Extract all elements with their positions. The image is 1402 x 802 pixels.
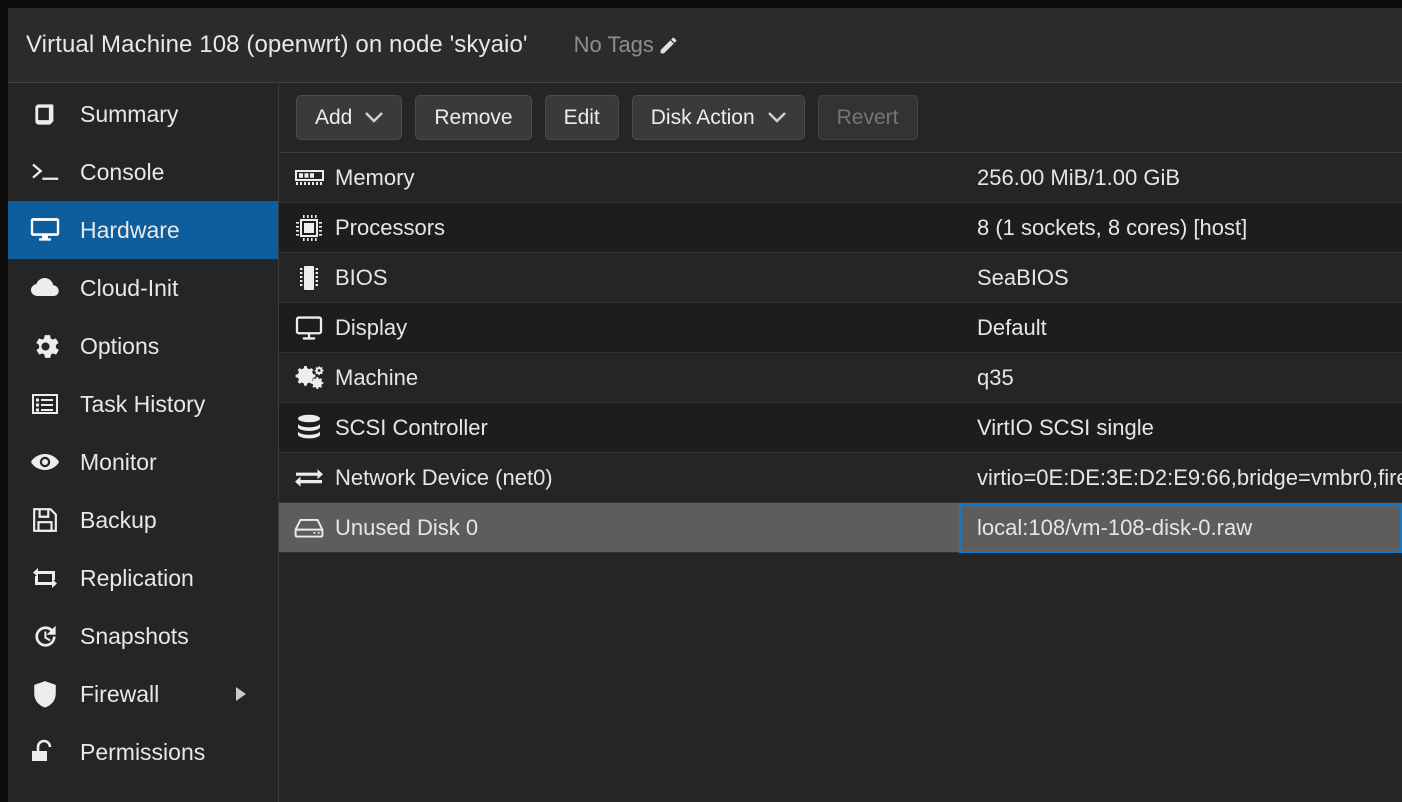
hardware-item-name: Unused Disk 0 xyxy=(335,514,479,540)
hardware-item-name: SCSI Controller xyxy=(335,414,488,440)
sidebar-item-label: Hardware xyxy=(80,216,180,243)
sidebar-item-label: Cloud-Init xyxy=(80,274,179,301)
pencil-icon[interactable] xyxy=(658,35,679,56)
sidebar-item-permissions[interactable]: Permissions xyxy=(8,723,278,781)
vm-sidebar-nav: Summary Console Hardware Cloud-Init Opti… xyxy=(8,83,279,802)
unlock-icon xyxy=(28,739,62,765)
vm-tags-control[interactable]: No Tags xyxy=(574,32,679,58)
hardware-item-value: 8 (1 sockets, 8 cores) [host] xyxy=(977,214,1248,240)
sidebar-item-options[interactable]: Options xyxy=(8,317,278,375)
replication-icon xyxy=(28,566,62,590)
proxmox-vm-hardware-page: Virtual Machine 108 (openwrt) on node 's… xyxy=(8,8,1402,802)
no-tags-label: No Tags xyxy=(573,32,654,57)
sidebar-item-label: Monitor xyxy=(80,448,157,475)
database-icon xyxy=(279,414,335,442)
hardware-item-name: Processors xyxy=(335,214,446,240)
sidebar-item-cloud-init[interactable]: Cloud-Init xyxy=(8,259,278,317)
chevron-down-icon xyxy=(365,112,384,123)
page-title: Virtual Machine 108 (openwrt) on node 's… xyxy=(26,31,528,58)
edit-button[interactable]: Edit xyxy=(544,95,619,140)
table-row[interactable]: SCSI Controller VirtIO SCSI single xyxy=(279,403,1402,453)
sidebar-item-label: Summary xyxy=(80,100,179,127)
table-row[interactable]: Machine q35 xyxy=(279,353,1402,403)
page-header: Virtual Machine 108 (openwrt) on node 's… xyxy=(8,8,1402,83)
hardware-item-value: local:108/vm-108-disk-0.raw xyxy=(959,502,1402,553)
book-icon xyxy=(28,101,62,128)
sidebar-item-console[interactable]: Console xyxy=(8,143,278,201)
hardware-table: Memory 256.00 MiB/1.00 GiB Processors 8 … xyxy=(279,153,1402,802)
history-icon xyxy=(28,623,62,650)
cpu-chip-icon xyxy=(279,214,335,241)
hardware-item-name: BIOS xyxy=(335,264,388,290)
sidebar-item-replication[interactable]: Replication xyxy=(8,549,278,607)
disk-action-button[interactable]: Disk Action xyxy=(631,95,805,140)
sidebar-item-firewall[interactable]: Firewall xyxy=(8,665,278,723)
eye-icon xyxy=(28,452,62,472)
revert-button-label: Revert xyxy=(836,105,899,129)
sidebar-item-label: Permissions xyxy=(80,738,206,765)
sidebar-item-backup[interactable]: Backup xyxy=(8,491,278,549)
sidebar-item-monitor[interactable]: Monitor xyxy=(8,433,278,491)
table-row[interactable]: BIOS SeaBIOS xyxy=(279,253,1402,303)
display-icon xyxy=(279,315,335,340)
floppy-disk-icon xyxy=(28,507,62,533)
hardware-item-name: Network Device (net0) xyxy=(335,464,553,490)
sidebar-item-label: Snapshots xyxy=(80,622,189,649)
hardware-item-name: Display xyxy=(335,314,408,340)
hardware-item-name: Memory xyxy=(335,164,415,190)
network-arrows-icon xyxy=(279,467,335,489)
hard-drive-icon xyxy=(279,517,335,539)
list-icon xyxy=(28,392,62,416)
hardware-item-value: q35 xyxy=(977,364,1014,390)
sidebar-item-label: Backup xyxy=(80,506,157,533)
remove-button[interactable]: Remove xyxy=(415,95,532,140)
hardware-content-panel: Add Remove Edit Disk Action Revert Memor… xyxy=(279,83,1402,802)
table-row[interactable]: Processors 8 (1 sockets, 8 cores) [host] xyxy=(279,203,1402,253)
chevron-down-icon xyxy=(767,112,786,123)
sidebar-item-label: Console xyxy=(80,158,165,185)
hardware-item-name: Machine xyxy=(335,364,419,390)
table-empty-area xyxy=(279,553,1402,802)
sidebar-item-summary[interactable]: Summary xyxy=(8,85,278,143)
hardware-item-value: virtio=0E:DE:3E:D2:E9:66,bridge=vmbr0,fi… xyxy=(977,464,1402,490)
table-row[interactable]: Memory 256.00 MiB/1.00 GiB xyxy=(279,153,1402,203)
remove-button-label: Remove xyxy=(434,105,513,129)
page-body: Summary Console Hardware Cloud-Init Opti… xyxy=(8,83,1402,802)
add-button-label: Add xyxy=(315,105,353,129)
table-row[interactable]: Display Default xyxy=(279,303,1402,353)
hardware-item-value: VirtIO SCSI single xyxy=(977,414,1154,440)
sidebar-item-snapshots[interactable]: Snapshots xyxy=(8,607,278,665)
table-row[interactable]: Network Device (net0) virtio=0E:DE:3E:D2… xyxy=(279,453,1402,503)
terminal-icon xyxy=(28,160,62,184)
edit-button-label: Edit xyxy=(563,105,600,129)
monitor-icon xyxy=(28,217,62,243)
cloud-icon xyxy=(28,277,62,299)
disk-action-button-label: Disk Action xyxy=(650,105,755,129)
sidebar-item-label: Replication xyxy=(80,564,194,591)
table-row[interactable]: Unused Disk 0 local:108/vm-108-disk-0.ra… xyxy=(279,502,1402,553)
memory-module-icon xyxy=(279,169,335,186)
sidebar-item-label: Task History xyxy=(80,390,206,417)
gears-icon xyxy=(279,365,335,391)
shield-icon xyxy=(28,680,62,708)
add-button[interactable]: Add xyxy=(296,95,403,140)
sidebar-item-hardware[interactable]: Hardware xyxy=(8,201,278,259)
sidebar-item-label: Firewall xyxy=(80,680,160,707)
bios-chip-icon xyxy=(279,264,335,292)
hardware-item-value: SeaBIOS xyxy=(977,264,1069,290)
sidebar-item-label: Options xyxy=(80,332,160,359)
sidebar-item-task-history[interactable]: Task History xyxy=(8,375,278,433)
hardware-toolbar: Add Remove Edit Disk Action Revert xyxy=(279,83,1402,153)
chevron-right-icon[interactable] xyxy=(236,687,246,701)
revert-button: Revert xyxy=(817,95,918,140)
hardware-item-value: Default xyxy=(977,314,1047,340)
hardware-item-value: 256.00 MiB/1.00 GiB xyxy=(977,164,1181,190)
gear-icon xyxy=(28,333,62,360)
